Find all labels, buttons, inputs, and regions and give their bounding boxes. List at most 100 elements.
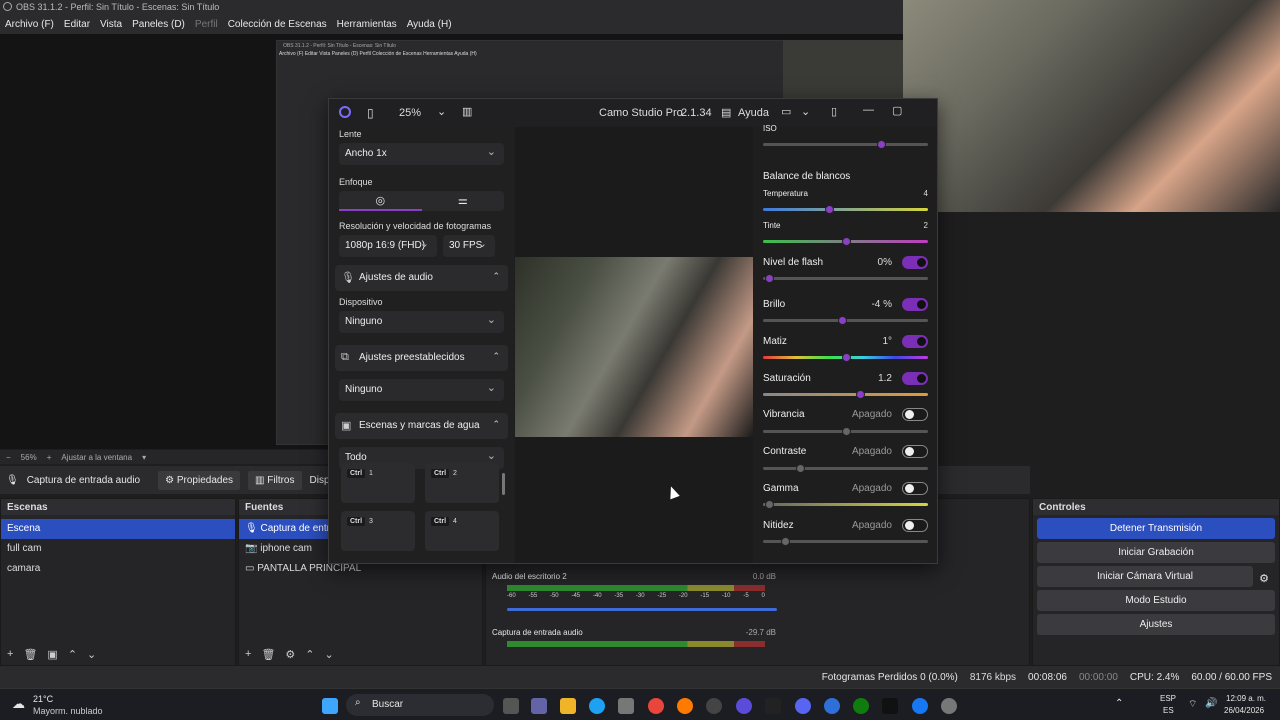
- chevron-down-icon[interactable]: ⌄: [801, 105, 810, 118]
- menu-coleccion[interactable]: Colección de Escenas: [228, 19, 327, 30]
- chevron-down-icon[interactable]: ⌄: [325, 648, 334, 661]
- menu-perfil[interactable]: Perfil: [195, 19, 218, 30]
- video-icon[interactable]: ▭: [781, 105, 791, 118]
- flash-slider[interactable]: [763, 274, 928, 283]
- hue-slider[interactable]: [763, 353, 928, 362]
- slider-knob[interactable]: [856, 390, 865, 399]
- fps-select[interactable]: 30 FPS: [443, 235, 495, 257]
- chevron-down-icon[interactable]: ⌄: [437, 105, 446, 118]
- sharpness-slider[interactable]: [763, 537, 928, 546]
- properties-button[interactable]: ⚙ Propiedades: [158, 470, 241, 490]
- trash-icon[interactable]: 🗑: [23, 648, 37, 661]
- menu-herramientas[interactable]: Herramientas: [337, 19, 397, 30]
- panel-icon[interactable]: ▯: [831, 105, 837, 118]
- start-recording-button[interactable]: Iniciar Grabación: [1037, 542, 1275, 563]
- firefox-icon[interactable]: [677, 698, 693, 714]
- task-view-icon[interactable]: [503, 698, 519, 714]
- tiktok-icon[interactable]: [882, 698, 898, 714]
- saturation-toggle[interactable]: [902, 372, 928, 385]
- focus-auto-icon[interactable]: ◎: [339, 191, 422, 211]
- lang-code[interactable]: ESP: [1160, 694, 1176, 703]
- filters-button[interactable]: ▥ Filtros: [248, 470, 302, 490]
- teams-icon[interactable]: [531, 698, 547, 714]
- filter-icon[interactable]: ▣: [47, 648, 57, 661]
- audio-section[interactable]: 🎙 Ajustes de audio ⌃: [335, 265, 508, 291]
- windows-start-icon[interactable]: [322, 698, 338, 714]
- lang-sub[interactable]: ES: [1163, 706, 1174, 715]
- vibrance-toggle[interactable]: [902, 408, 928, 421]
- facebook-icon[interactable]: [912, 698, 928, 714]
- gamma-toggle[interactable]: [902, 482, 928, 495]
- volume-icon[interactable]: 🔊: [1205, 698, 1217, 709]
- tray-chevron-icon[interactable]: ⌃: [1115, 698, 1123, 709]
- camo-zoom[interactable]: 25%: [399, 107, 421, 119]
- chrome-icon[interactable]: [648, 698, 664, 714]
- chevron-up-icon[interactable]: ⌃: [68, 648, 77, 661]
- resolution-select[interactable]: 1080p 16:9 (FHD): [339, 235, 437, 257]
- chevron-down-icon[interactable]: ▾: [142, 453, 146, 462]
- help-button[interactable]: Ayuda: [738, 107, 769, 119]
- menu-editar[interactable]: Editar: [64, 19, 90, 30]
- clock-time[interactable]: 12:09 a. m.: [1226, 694, 1266, 703]
- app-icon[interactable]: [765, 698, 781, 714]
- gear-icon[interactable]: [941, 698, 957, 714]
- file-explorer-icon[interactable]: [560, 698, 576, 714]
- brightness-slider[interactable]: [763, 316, 928, 325]
- volume-slider[interactable]: [507, 608, 777, 611]
- brightness-toggle[interactable]: [902, 298, 928, 311]
- tint-slider[interactable]: [763, 237, 928, 246]
- contrast-slider[interactable]: [763, 464, 928, 473]
- menu-paneles[interactable]: Paneles (D): [132, 19, 185, 30]
- clock-date[interactable]: 26/04/2026: [1224, 706, 1264, 715]
- slider-knob[interactable]: [842, 427, 851, 436]
- slider-knob[interactable]: [842, 237, 851, 246]
- wifi-icon[interactable]: ⌔: [1188, 698, 1197, 711]
- weather-temp[interactable]: 21°C: [33, 694, 53, 704]
- slider-knob[interactable]: [842, 353, 851, 362]
- store-icon[interactable]: [618, 698, 634, 714]
- scene-item[interactable]: Escena: [1, 519, 235, 539]
- stop-stream-button[interactable]: Detener Transmisión: [1037, 518, 1275, 539]
- app-icon[interactable]: [824, 698, 840, 714]
- slider-knob[interactable]: [781, 537, 790, 546]
- columns-icon[interactable]: ▥: [462, 105, 472, 118]
- maximize-icon[interactable]: ▢: [892, 104, 902, 117]
- hue-toggle[interactable]: [902, 335, 928, 348]
- taskbar-search[interactable]: ⌕ Buscar: [346, 694, 494, 716]
- presets-section[interactable]: ⧉ Ajustes preestablecidos ⌃: [335, 345, 508, 371]
- gear-icon[interactable]: ⚙: [285, 648, 295, 661]
- temperature-slider[interactable]: [763, 205, 928, 214]
- focus-manual-icon[interactable]: ⚌: [422, 191, 505, 211]
- studio-mode-button[interactable]: Modo Estudio: [1037, 590, 1275, 611]
- scrollbar[interactable]: [502, 473, 505, 495]
- chevron-down-icon[interactable]: ⌄: [87, 648, 96, 661]
- slider-knob[interactable]: [765, 500, 774, 509]
- scenes-section[interactable]: ▣ Escenas y marcas de agua ⌃: [335, 413, 508, 439]
- lens-select[interactable]: Ancho 1x: [339, 143, 504, 165]
- scene-tile[interactable]: Ctrl 2: [425, 463, 499, 503]
- settings-button[interactable]: Ajustes: [1037, 614, 1275, 635]
- gear-icon[interactable]: ⚙: [1259, 572, 1269, 585]
- contrast-toggle[interactable]: [902, 445, 928, 458]
- presets-select[interactable]: Ninguno: [339, 379, 504, 401]
- minus-icon[interactable]: −: [6, 453, 11, 462]
- scene-tile[interactable]: Ctrl 3: [341, 511, 415, 551]
- scene-item[interactable]: full cam: [1, 539, 235, 559]
- device-select[interactable]: Ninguno: [339, 311, 504, 333]
- sidebar-toggle-icon[interactable]: ▯: [367, 106, 374, 120]
- menu-archivo[interactable]: Archivo (F): [5, 19, 54, 30]
- scene-tile[interactable]: Ctrl 1: [341, 463, 415, 503]
- slider-knob[interactable]: [838, 316, 847, 325]
- weather-desc[interactable]: Mayorm. nublado: [33, 706, 103, 716]
- camo-preview[interactable]: [515, 127, 753, 563]
- slider-knob[interactable]: [765, 274, 774, 283]
- scene-item[interactable]: camara: [1, 559, 235, 579]
- slider-knob[interactable]: [825, 205, 834, 214]
- plus-icon[interactable]: +: [47, 453, 52, 462]
- sharpness-toggle[interactable]: [902, 519, 928, 532]
- flash-toggle[interactable]: [902, 256, 928, 269]
- slider-knob[interactable]: [877, 140, 886, 149]
- menu-vista[interactable]: Vista: [100, 19, 122, 30]
- iso-slider[interactable]: [763, 140, 928, 149]
- minimize-icon[interactable]: —: [863, 104, 874, 116]
